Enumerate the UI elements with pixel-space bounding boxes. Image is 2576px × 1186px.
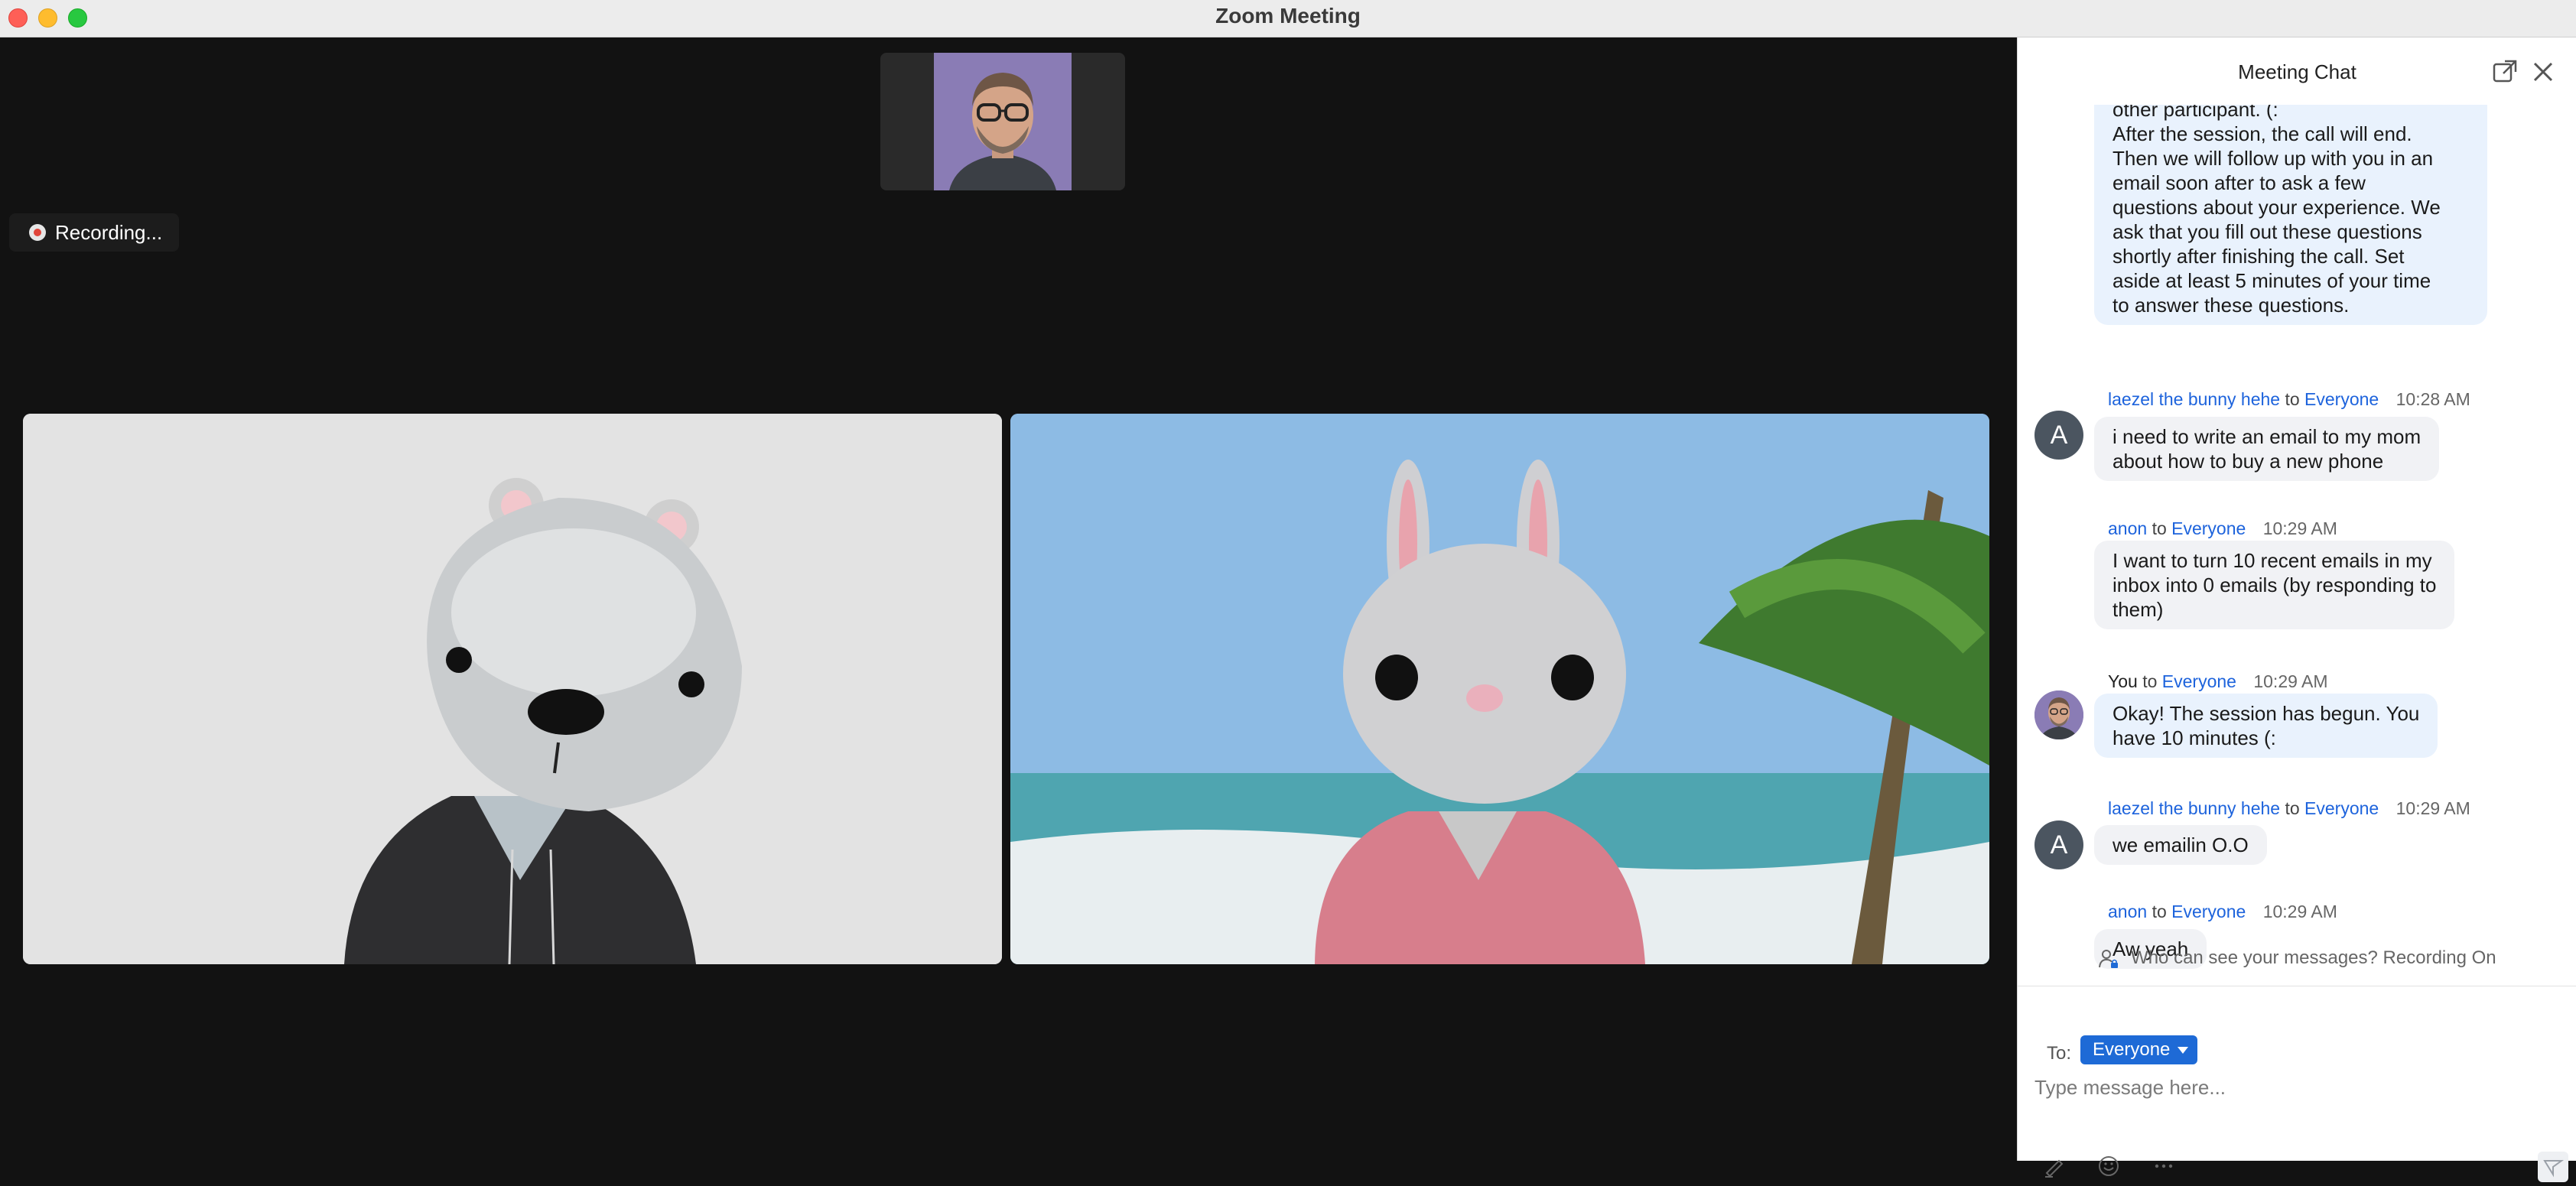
message-time: 10:28 AM (2395, 389, 2470, 409)
window-titlebar: Zoom Meeting (0, 0, 2576, 37)
recording-label: Recording... (55, 221, 163, 244)
to-label: To: (2047, 1043, 2072, 1064)
sender-name: You (2108, 671, 2138, 691)
chat-message-bubble: other participant. (: After the session,… (2094, 105, 2487, 325)
more-icon[interactable] (2151, 1153, 2177, 1179)
meeting-area: Recording... (0, 37, 2016, 1161)
sender-name[interactable]: anon (2108, 902, 2147, 921)
participant-video-tile[interactable] (23, 414, 1002, 964)
pop-out-icon[interactable] (2492, 59, 2518, 85)
chat-message-bubble: I want to turn 10 recent emails in my in… (2094, 541, 2455, 629)
recipient-name: Everyone (2161, 671, 2236, 691)
bear-avatar-video (23, 414, 1002, 964)
sender-name[interactable]: laezel the bunny hehe (2108, 798, 2280, 818)
avatar[interactable]: A (2034, 820, 2083, 869)
message-time: 10:29 AM (2262, 902, 2337, 921)
sender-name[interactable]: anon (2108, 518, 2147, 538)
chat-message-meta: anon to Everyone 10:29 AM (2108, 902, 2337, 921)
message-input[interactable] (2034, 1072, 2555, 1103)
chat-message-bubble: we emailin O.O (2094, 825, 2267, 865)
recipient-name: Everyone (2171, 902, 2246, 921)
participant-video-tile[interactable] (1010, 414, 1989, 964)
chat-message-meta: laezel the bunny hehe to Everyone 10:28 … (2108, 389, 2470, 409)
person-lock-icon (2099, 949, 2119, 968)
chat-message-bubble: Okay! The session has begun. You have 10… (2094, 694, 2438, 758)
recipient-name: Everyone (2304, 798, 2379, 818)
bunny-avatar-video (1010, 414, 1989, 964)
chat-composer: To: Everyone (2018, 986, 2576, 1182)
send-button[interactable] (2538, 1152, 2568, 1182)
emoji-icon[interactable] (2096, 1153, 2122, 1179)
avatar[interactable] (2034, 690, 2083, 739)
avatar[interactable]: A (2034, 411, 2083, 460)
recipient-name: Everyone (2304, 389, 2379, 409)
send-icon (2543, 1160, 2565, 1178)
message-time: 10:29 AM (2395, 798, 2470, 818)
chat-message-meta: laezel the bunny hehe to Everyone 10:29 … (2108, 798, 2470, 818)
privacy-notice[interactable]: Who can see your messages? Recording On (2018, 947, 2576, 981)
chat-header: Meeting Chat (2018, 37, 2576, 105)
chevron-down-icon (2178, 1047, 2189, 1054)
recipient-value: Everyone (2093, 1039, 2171, 1060)
window-title: Zoom Meeting (1215, 4, 1361, 28)
chat-message-list[interactable]: other participant. (: After the session,… (2018, 105, 2576, 980)
message-time: 10:29 AM (2262, 518, 2337, 538)
message-time: 10:29 AM (2253, 671, 2328, 691)
recipient-dropdown[interactable]: Everyone (2080, 1035, 2198, 1064)
self-view-tile[interactable] (880, 53, 1125, 190)
self-video (934, 53, 1072, 190)
close-icon[interactable] (2530, 59, 2556, 85)
recipient-name: Everyone (2171, 518, 2246, 538)
chat-message-bubble: i need to write an email to my mom about… (2094, 417, 2440, 481)
sender-name[interactable]: laezel the bunny hehe (2108, 389, 2280, 409)
recording-dot-icon (29, 224, 46, 241)
privacy-notice-text: Who can see your messages? Recording On (2131, 947, 2496, 968)
chat-message-meta: anon to Everyone 10:29 AM (2108, 518, 2337, 538)
recording-indicator: Recording... (9, 213, 180, 252)
meeting-chat-panel: Meeting Chat other participant. (: After… (2017, 37, 2576, 1182)
format-pen-icon[interactable] (2042, 1153, 2068, 1179)
chat-message-meta: You to Everyone 10:29 AM (2108, 671, 2328, 691)
